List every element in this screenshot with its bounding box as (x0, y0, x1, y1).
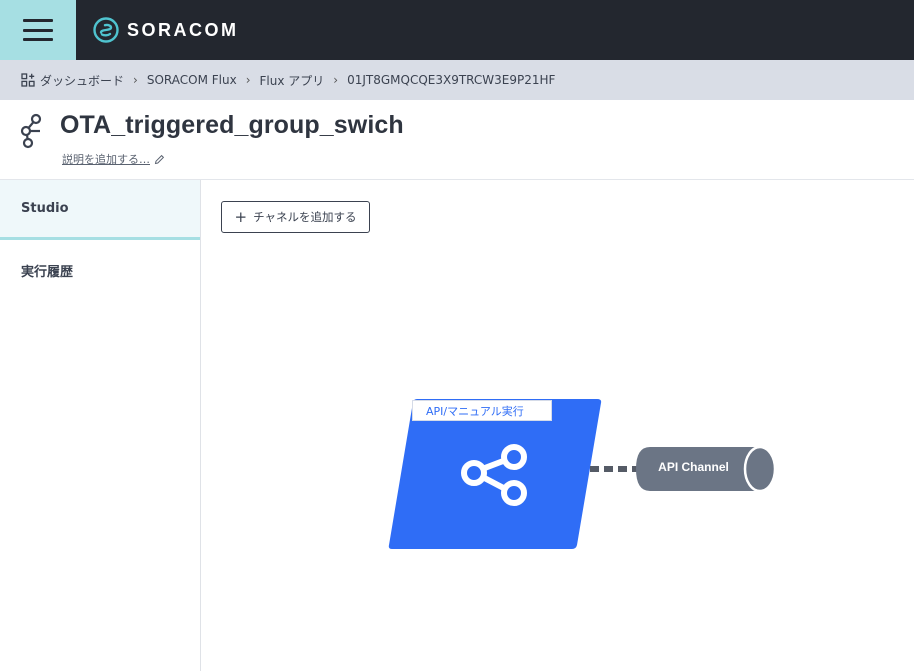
dashboard-icon (21, 73, 35, 87)
sidebar-item-label: Studio (21, 201, 69, 216)
trigger-node[interactable] (388, 399, 602, 549)
menu-button[interactable] (0, 0, 76, 60)
top-bar: SORACOM (0, 0, 914, 60)
add-description-link[interactable]: 説明を追加する… (62, 151, 165, 167)
channel-node-label: API Channel (658, 460, 729, 474)
add-description-label: 説明を追加する… (62, 153, 150, 166)
breadcrumb-app-id: 01JT8GMQCQE3X9TRCW3E9P21HF (347, 73, 556, 87)
flux-app-icon (20, 113, 42, 149)
soracom-logo[interactable]: SORACOM (93, 17, 239, 43)
chevron-right-icon: › (333, 73, 339, 87)
breadcrumb-flux-apps[interactable]: Flux アプリ (260, 72, 325, 89)
add-channel-button[interactable]: + チャネルを追加する (221, 201, 370, 233)
brand-name: SORACOM (127, 19, 239, 40)
breadcrumb-soracom-flux[interactable]: SORACOM Flux (147, 73, 237, 87)
chevron-right-icon: › (133, 73, 138, 87)
sidebar-item-label: 実行履歴 (21, 264, 74, 280)
sidebar: Studio 実行履歴 (0, 180, 201, 671)
pencil-icon (154, 154, 165, 164)
breadcrumb: ダッシュボード › SORACOM Flux › Flux アプリ › 01JT… (0, 60, 914, 100)
page-title: OTA_triggered_group_swich (60, 111, 404, 139)
hamburger-icon (23, 19, 53, 41)
plus-icon: + (234, 207, 248, 226)
chevron-right-icon: › (245, 73, 251, 87)
breadcrumb-dashboard[interactable]: ダッシュボード (40, 72, 124, 89)
sidebar-item-studio[interactable]: Studio (0, 180, 200, 240)
trigger-node-label: API/マニュアル実行 (412, 400, 552, 421)
sidebar-item-execution-history[interactable]: 実行履歴 (0, 240, 200, 300)
add-channel-label: チャネルを追加する (253, 210, 357, 224)
soracom-logo-icon (93, 17, 119, 43)
